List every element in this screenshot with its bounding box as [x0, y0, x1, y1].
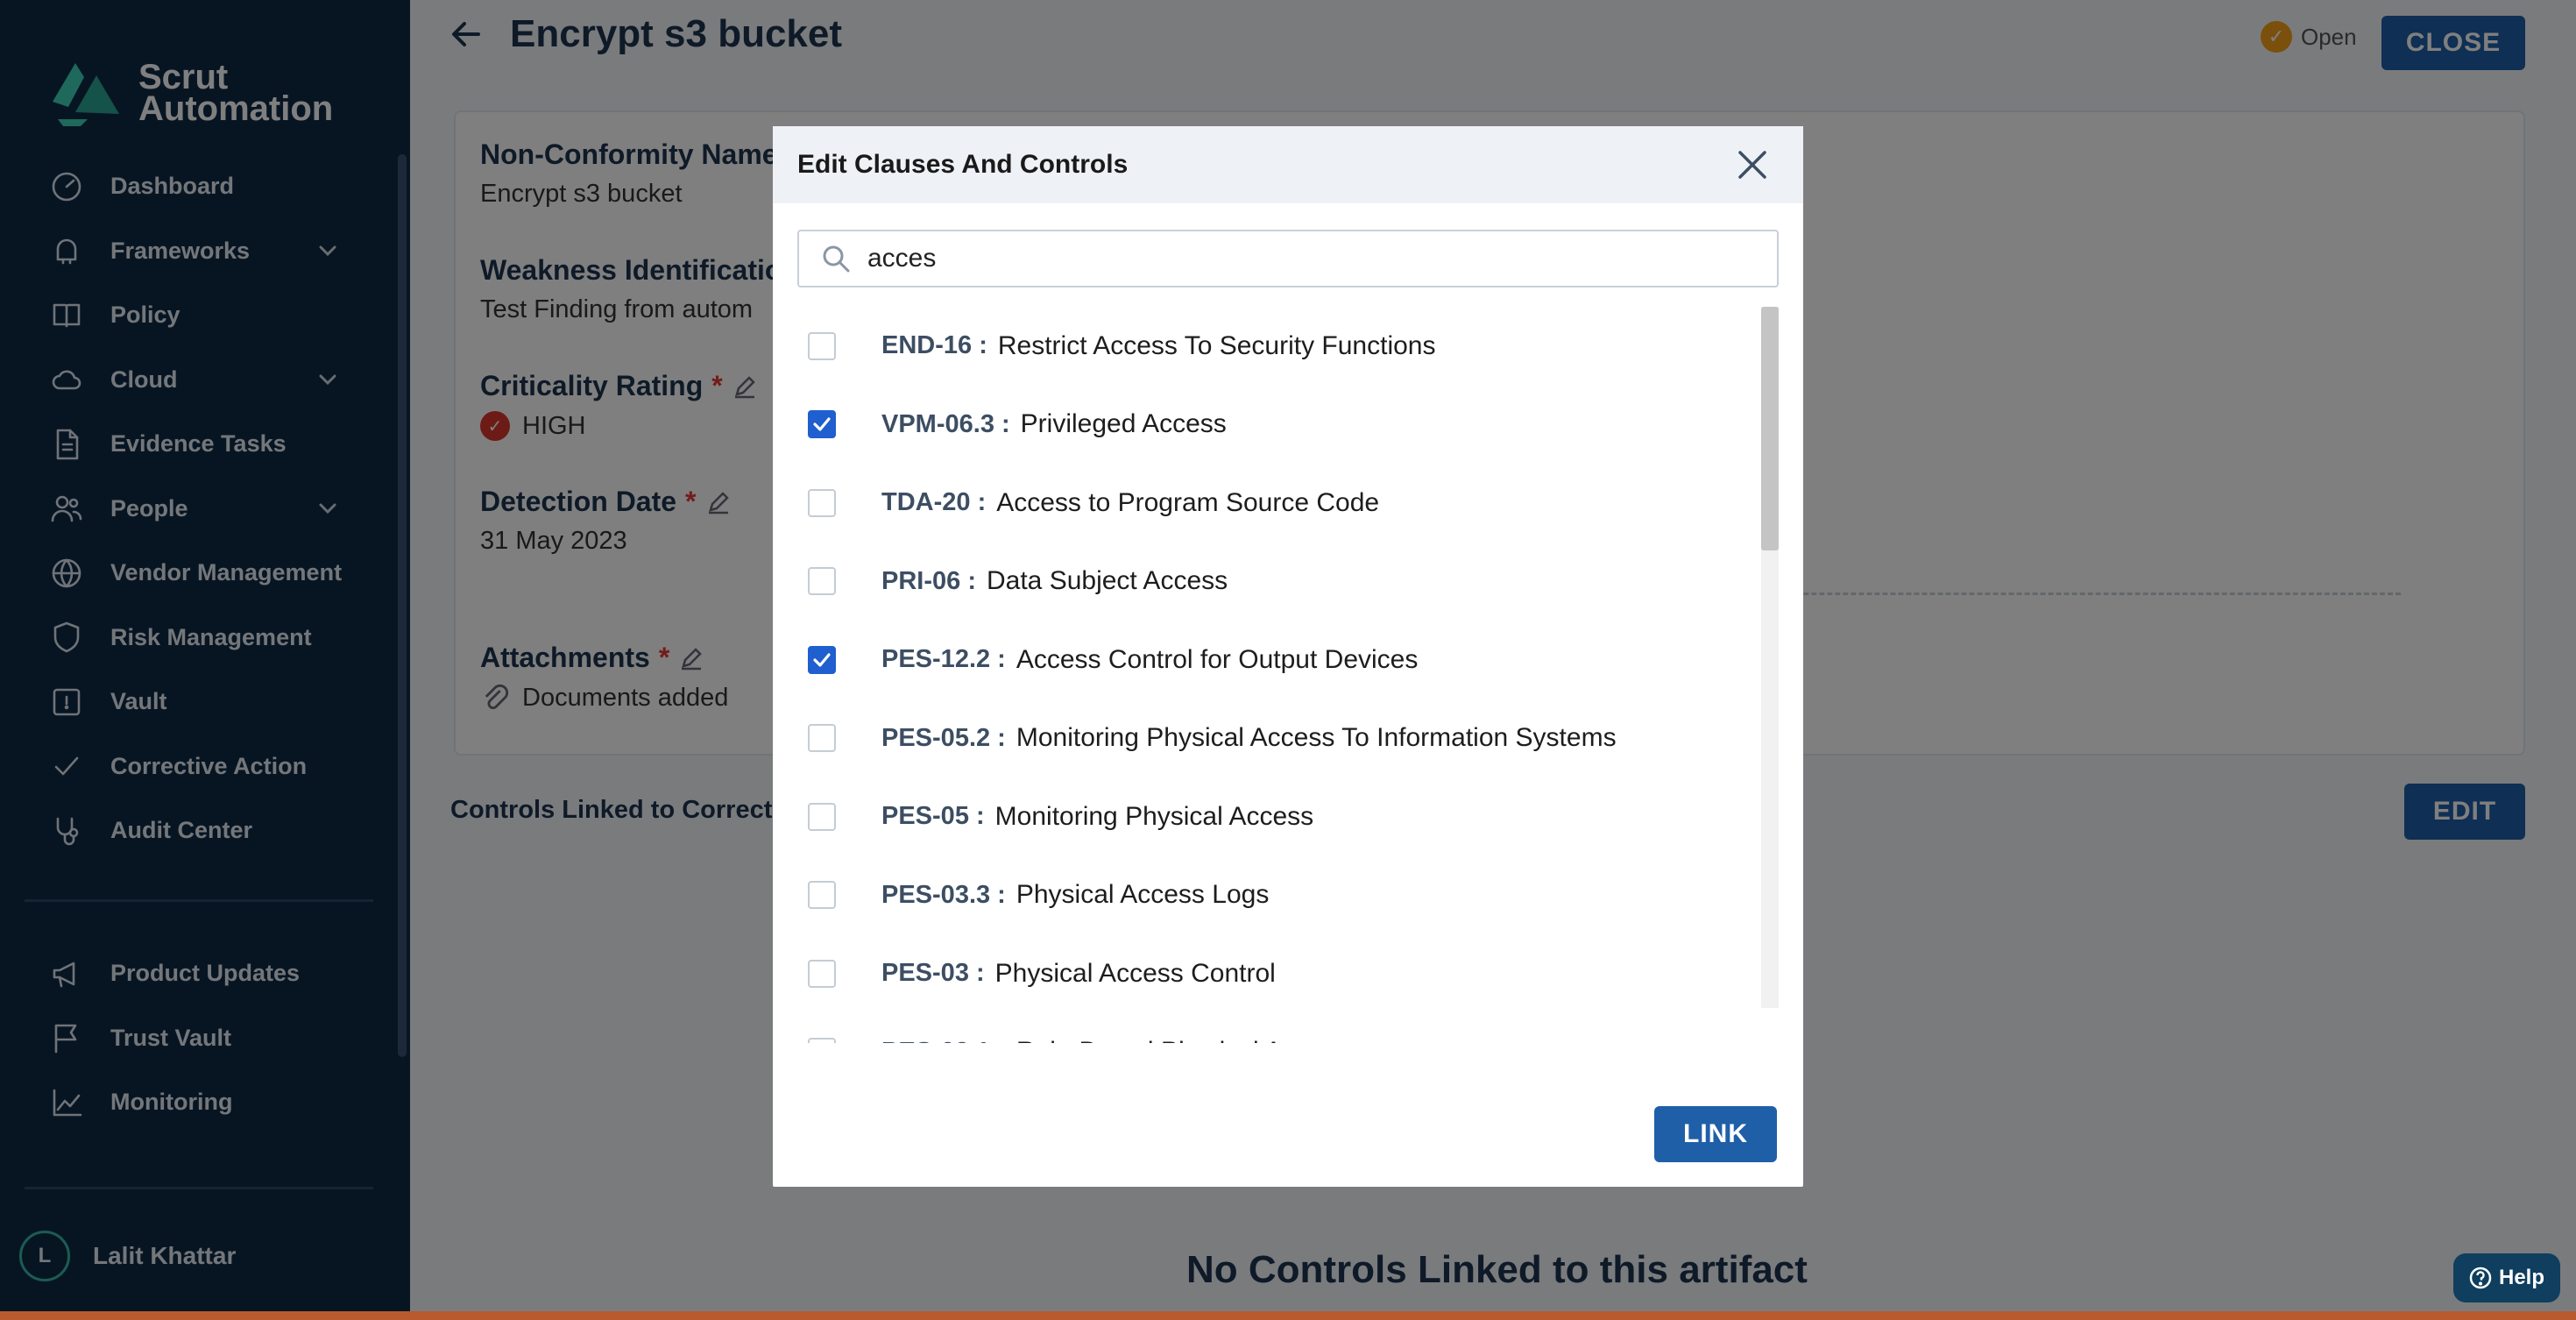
control-list-item[interactable]: PES-02.1 : Role-Based Physical Access: [797, 1013, 1779, 1043]
help-button[interactable]: Help: [2453, 1253, 2560, 1302]
control-checkbox[interactable]: [808, 645, 836, 674]
link-button[interactable]: LINK: [1654, 1106, 1777, 1162]
modal-title: Edit Clauses And Controls: [797, 150, 1129, 179]
control-checkbox[interactable]: [808, 488, 836, 517]
search-icon: [823, 245, 850, 273]
control-code: PES-02.1 :: [881, 1038, 1006, 1043]
control-code: PES-03.3 :: [881, 880, 1006, 909]
control-code: PES-12.2 :: [881, 645, 1006, 674]
control-list-item[interactable]: END-16 : Restrict Access To Security Func…: [797, 307, 1779, 386]
control-name: Access to Program Source Code: [996, 487, 1380, 517]
control-name: Access Control for Output Devices: [1016, 644, 1419, 674]
checkmark-icon: [813, 653, 831, 667]
control-name: Role-Based Physical Access: [1016, 1037, 1349, 1043]
control-code: PRI-06 :: [881, 566, 976, 595]
control-list-item[interactable]: TDA-20 : Access to Program Source Code: [797, 464, 1779, 543]
control-name: Monitoring Physical Access To Informatio…: [1016, 723, 1617, 753]
controls-list: END-16 : Restrict Access To Security Func…: [797, 307, 1779, 1043]
help-icon: [2469, 1267, 2492, 1289]
control-checkbox[interactable]: [808, 724, 836, 753]
close-icon[interactable]: [1733, 145, 1772, 184]
control-list-item[interactable]: PES-05 : Monitoring Physical Access: [797, 777, 1779, 856]
control-code: PES-03 :: [881, 959, 985, 988]
control-code: PES-05.2 :: [881, 723, 1006, 752]
search-input[interactable]: [867, 244, 1744, 273]
modal-header: Edit Clauses And Controls: [773, 126, 1803, 203]
control-list-item[interactable]: PES-05.2 : Monitoring Physical Access To …: [797, 699, 1779, 778]
control-code: TDA-20 :: [881, 488, 987, 517]
control-checkbox[interactable]: [808, 881, 836, 910]
control-list-item[interactable]: PES-03.3 : Physical Access Logs: [797, 856, 1779, 935]
control-code: VPM-06.3 :: [881, 409, 1010, 438]
control-list-item[interactable]: VPM-06.3 : Privileged Access: [797, 386, 1779, 465]
control-checkbox[interactable]: [808, 410, 836, 439]
control-code: END-16 :: [881, 331, 987, 360]
control-name: Data Subject Access: [986, 566, 1228, 596]
list-scrollbar-thumb[interactable]: [1761, 307, 1779, 550]
control-name: Privileged Access: [1020, 409, 1227, 439]
search-field[interactable]: [797, 230, 1779, 287]
control-checkbox[interactable]: [808, 331, 836, 360]
control-checkbox[interactable]: [808, 567, 836, 596]
control-name: Physical Access Control: [994, 958, 1276, 988]
control-checkbox[interactable]: [808, 959, 836, 988]
control-list-item[interactable]: PES-12.2 : Access Control for Output Devi…: [797, 621, 1779, 699]
control-list-item[interactable]: PRI-06 : Data Subject Access: [797, 543, 1779, 621]
control-name: Restrict Access To Security Functions: [997, 330, 1436, 360]
edit-clauses-modal: Edit Clauses And Controls END-16 : Restri…: [773, 126, 1803, 1187]
checkmark-icon: [813, 417, 831, 431]
control-name: Physical Access Logs: [1016, 880, 1270, 910]
control-list-item[interactable]: PES-03 : Physical Access Control: [797, 934, 1779, 1013]
control-checkbox[interactable]: [808, 1038, 836, 1043]
help-label: Help: [2498, 1266, 2544, 1289]
list-scrollbar[interactable]: [1761, 307, 1779, 1008]
control-name: Monitoring Physical Access: [994, 801, 1314, 831]
control-code: PES-05 :: [881, 802, 985, 831]
control-checkbox[interactable]: [808, 802, 836, 831]
taskbar-strip: [0, 1311, 2576, 1320]
